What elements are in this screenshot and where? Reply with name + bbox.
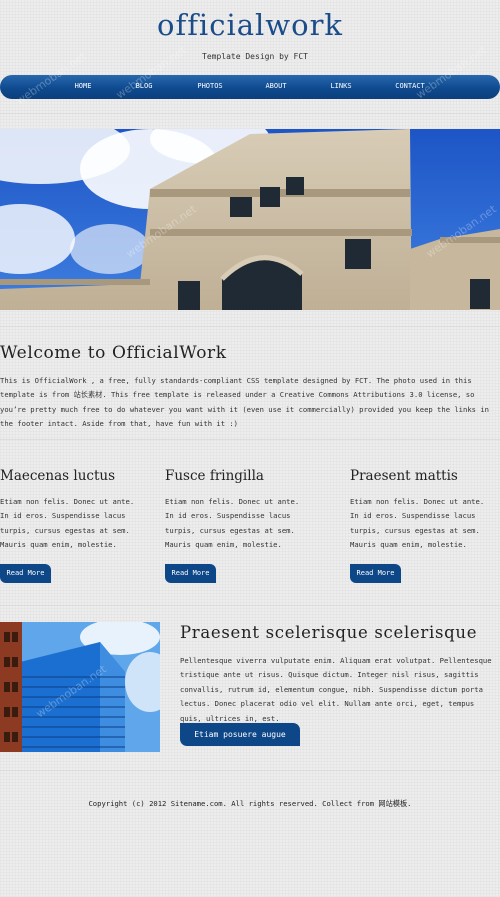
nav-links-link[interactable]: LINKS — [330, 82, 351, 90]
main-navigation: HOME BLOG PHOTOS ABOUT LINKS CONTACT — [0, 75, 500, 99]
divider — [0, 326, 500, 327]
column-3-title: Praesent mattis — [350, 468, 458, 484]
column-2-title: Fusce fringilla — [165, 468, 264, 484]
footer-copyright: Copyright (c) 2012 Sitename.com. All rig… — [88, 799, 412, 808]
feature-paragraph: Pellentesque viverra vulputate enim. Ali… — [180, 656, 492, 723]
column-1-read-more-button[interactable]: Read More — [0, 564, 51, 583]
nav-about-link[interactable]: ABOUT — [265, 82, 286, 90]
divider — [0, 770, 500, 771]
column-1-title: Maecenas luctus — [0, 468, 115, 484]
column-2-text: Etiam non felis. Donec ut ante. In id er… — [165, 497, 300, 550]
welcome-paragraph: This is OfficialWork , a free, fully sta… — [0, 376, 489, 429]
column-1-text: Etiam non felis. Donec ut ante. In id er… — [0, 497, 135, 550]
column-2-read-more-button[interactable]: Read More — [165, 564, 216, 583]
feature-heading: Praesent scelerisque scelerisque — [180, 623, 478, 642]
nav-contact-link[interactable]: CONTACT — [395, 82, 425, 90]
nav-blog-link[interactable]: BLOG — [136, 82, 153, 90]
divider — [0, 113, 500, 114]
feature-button[interactable]: Etiam posuere augue — [180, 723, 300, 746]
divider — [0, 439, 500, 440]
site-tagline: Template Design by FCT — [202, 52, 308, 61]
skyscraper-image — [0, 622, 160, 752]
nav-home-link[interactable]: HOME — [75, 82, 92, 90]
welcome-heading: Welcome to OfficialWork — [0, 343, 227, 363]
nav-photos-link[interactable]: PHOTOS — [197, 82, 222, 90]
divider — [0, 605, 500, 606]
site-title: officialwork — [157, 8, 343, 42]
column-3-text: Etiam non felis. Donec ut ante. In id er… — [350, 497, 485, 550]
hero-building-image — [0, 129, 500, 310]
column-3-read-more-button[interactable]: Read More — [350, 564, 401, 583]
